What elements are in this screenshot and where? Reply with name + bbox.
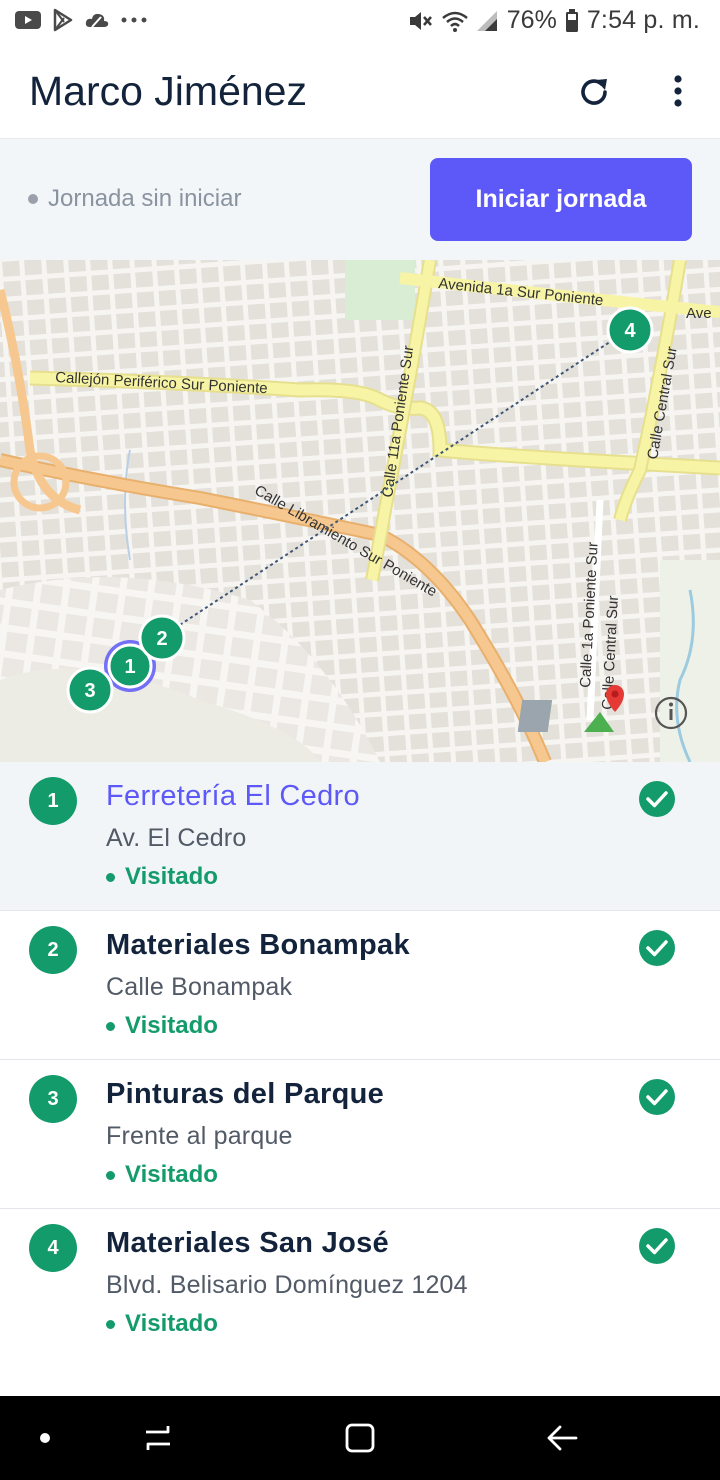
nav-dot-button[interactable] xyxy=(0,1396,90,1480)
svg-text:1: 1 xyxy=(124,656,135,678)
stop-number-badge: 2 xyxy=(29,926,77,974)
app-bar: Marco Jiménez xyxy=(0,44,720,139)
battery-percent: 76% xyxy=(506,6,557,34)
stop-number-badge: 4 xyxy=(29,1224,77,1272)
more-options-button[interactable] xyxy=(658,70,698,114)
check-circle-icon xyxy=(639,1228,675,1264)
refresh-button[interactable] xyxy=(572,70,616,114)
list-item[interactable]: 2 Materiales Bonampak Calle Bonampak Vis… xyxy=(0,911,720,1060)
clock: 7:54 p. m. xyxy=(586,6,700,34)
notification-icons xyxy=(14,8,148,32)
journey-bar: Jornada sin iniciar Iniciar jornada xyxy=(0,139,720,260)
stop-status: Visitado xyxy=(106,863,218,891)
status-dot xyxy=(106,1021,115,1031)
refresh-icon xyxy=(581,79,607,105)
journey-status-text: Jornada sin iniciar xyxy=(48,185,242,212)
svg-text:4: 4 xyxy=(624,320,636,342)
status-dot xyxy=(106,1319,115,1329)
status-dot xyxy=(28,194,38,204)
stop-address: Blvd. Belisario Domínguez 1204 xyxy=(106,1271,468,1299)
stop-status: Visitado xyxy=(106,1012,218,1040)
stop-name: Materiales Bonampak xyxy=(106,929,410,961)
map-marker-4[interactable]: 4 xyxy=(606,306,654,354)
list-item[interactable]: 1 Ferretería El Cedro Av. El Cedro Visit… xyxy=(0,762,720,911)
signal-icon xyxy=(476,10,497,31)
status-bar: 76% 7:54 p. m. xyxy=(0,0,720,44)
recent-apps-button[interactable] xyxy=(113,1396,203,1480)
screen: 76% 7:54 p. m. Marco Jiménez Jornada sin… xyxy=(0,0,720,1480)
battery-icon xyxy=(565,8,578,32)
stop-list: 1 Ferretería El Cedro Av. El Cedro Visit… xyxy=(0,762,720,1357)
street-label: Ave xyxy=(686,305,712,322)
mute-icon xyxy=(409,11,432,30)
stop-status-text: Visitado xyxy=(125,1012,218,1039)
stop-address: Frente al parque xyxy=(106,1122,293,1150)
play-store-icon xyxy=(53,8,73,32)
map-canvas[interactable]: Avenida 1a Sur Poniente Ave Callejón Per… xyxy=(0,260,720,762)
stop-status: Visitado xyxy=(106,1310,218,1338)
stop-number-badge: 1 xyxy=(29,777,77,825)
more-vert-icon xyxy=(674,75,682,107)
map-marker-3[interactable]: 3 xyxy=(66,666,114,714)
stop-status-text: Visitado xyxy=(125,1310,218,1337)
youtube-icon xyxy=(15,11,41,29)
back-button[interactable] xyxy=(517,1396,607,1480)
recent-apps-icon xyxy=(146,1426,170,1450)
list-item[interactable]: 3 Pinturas del Parque Frente al parque V… xyxy=(0,1060,720,1209)
stop-name: Pinturas del Parque xyxy=(106,1078,385,1110)
cloud-icon xyxy=(85,13,109,28)
check-circle-icon xyxy=(639,1079,675,1115)
stop-status-text: Visitado xyxy=(125,1161,218,1188)
list-item[interactable]: 4 Materiales San José Blvd. Belisario Do… xyxy=(0,1209,720,1357)
system-status: 76% 7:54 p. m. xyxy=(407,6,700,35)
page-title: Marco Jiménez xyxy=(29,68,307,114)
map-park xyxy=(345,260,415,320)
status-dot xyxy=(106,1170,115,1180)
route-map[interactable]: Avenida 1a Sur Poniente Ave Callejón Per… xyxy=(0,260,720,762)
stop-name: Ferretería El Cedro xyxy=(106,780,360,812)
back-arrow-icon xyxy=(547,1425,578,1451)
wifi-icon xyxy=(441,11,468,32)
more-notifications-icon xyxy=(121,17,147,23)
svg-text:2: 2 xyxy=(156,628,167,650)
start-journey-button[interactable]: Iniciar jornada xyxy=(430,158,692,241)
stop-name: Materiales San José xyxy=(106,1227,389,1259)
status-dot xyxy=(106,872,115,882)
stop-address: Calle Bonampak xyxy=(106,973,293,1001)
stop-status-text: Visitado xyxy=(125,863,218,890)
check-circle-icon xyxy=(639,930,675,966)
journey-status: Jornada sin iniciar xyxy=(28,185,241,213)
stop-number-badge: 3 xyxy=(29,1075,77,1123)
home-icon xyxy=(345,1423,375,1453)
dot-icon xyxy=(40,1433,50,1443)
stop-status: Visitado xyxy=(106,1161,218,1189)
check-circle-icon xyxy=(639,781,675,817)
map-marker-2[interactable]: 2 xyxy=(138,614,186,662)
stop-address: Av. El Cedro xyxy=(106,824,247,852)
home-button[interactable] xyxy=(315,1396,405,1480)
system-navigation-bar xyxy=(0,1396,720,1480)
svg-text:3: 3 xyxy=(84,680,95,702)
